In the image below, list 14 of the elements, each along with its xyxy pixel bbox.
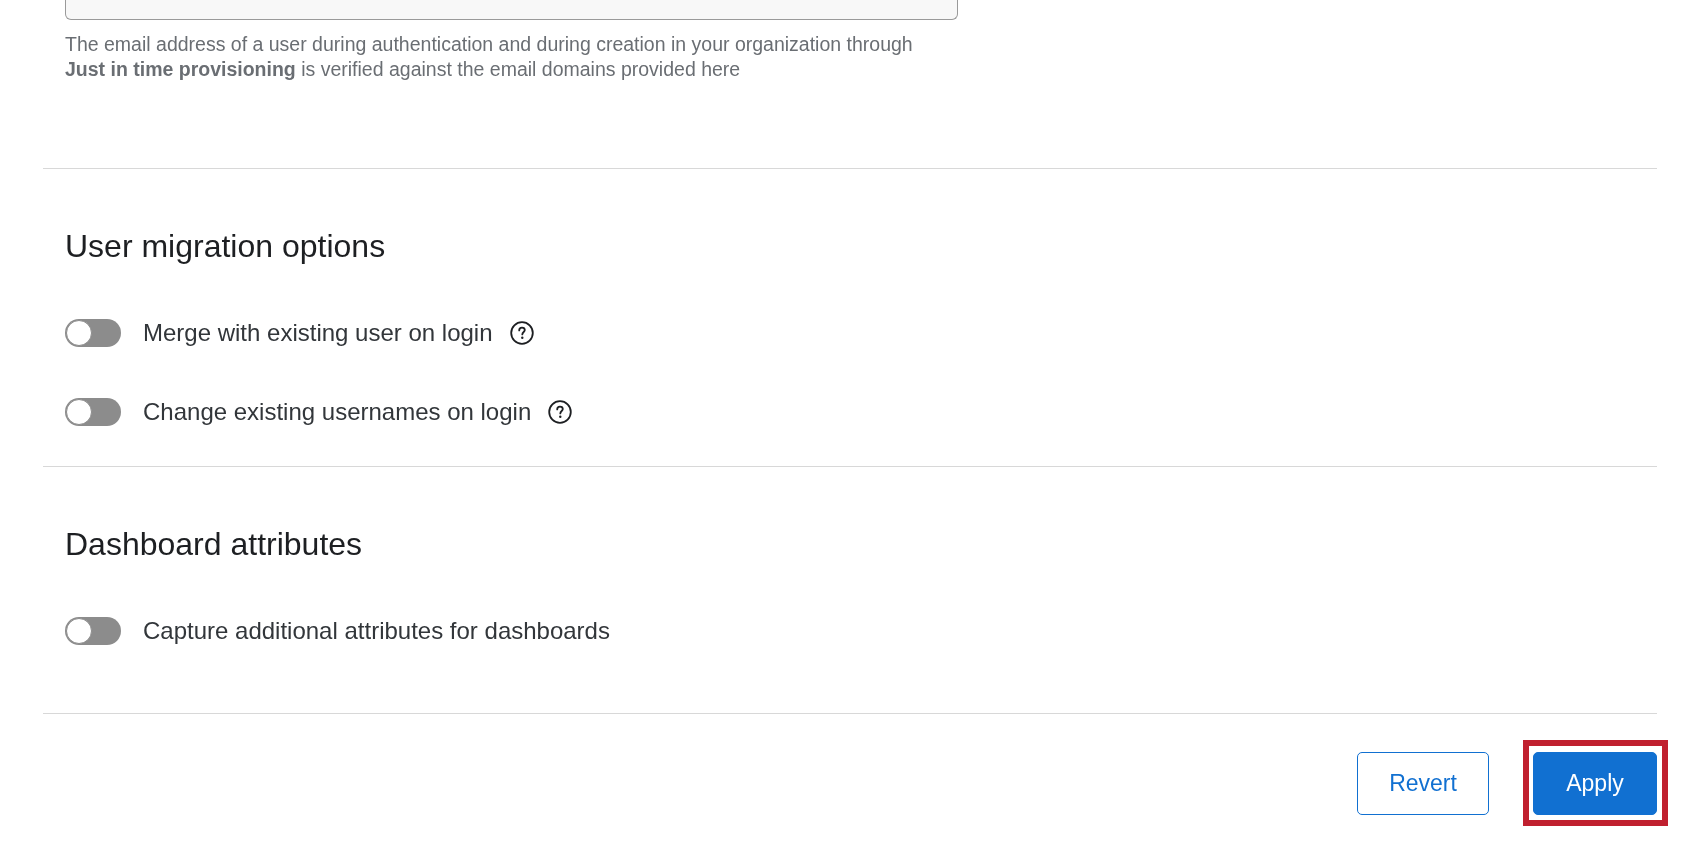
- apply-button[interactable]: Apply: [1533, 752, 1657, 815]
- section-heading: User migration options: [65, 229, 387, 263]
- help-text: The email address of a user during authentication and during creation in your organization through Just in time provisioning is verified against the email domains provided here: [65, 32, 914, 82]
- toggle-switch[interactable]: [65, 617, 121, 645]
- help-icon[interactable]: [509, 321, 534, 345]
- toggle-label: Merge with existing user on login: [143, 319, 493, 347]
- section-heading: Dashboard attributes: [65, 527, 364, 561]
- toggle-label: Change existing usernames on login: [143, 398, 532, 426]
- revert-button[interactable]: Revert: [1357, 752, 1489, 815]
- help-icon[interactable]: [548, 400, 573, 424]
- toggle-label: Capture additional attributes for dashboards: [143, 617, 610, 645]
- toggle-switch[interactable]: [65, 398, 121, 426]
- input-field[interactable]: [65, 0, 958, 20]
- toggle-switch[interactable]: [65, 319, 121, 347]
